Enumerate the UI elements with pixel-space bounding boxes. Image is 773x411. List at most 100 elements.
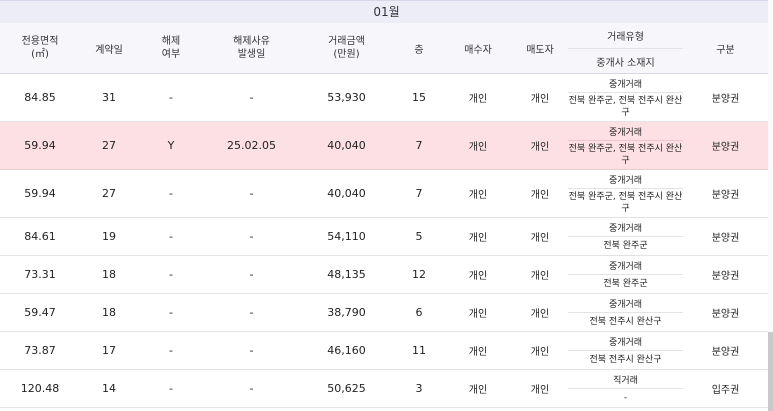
cell-floor: 11 xyxy=(394,331,444,370)
cell-floor: 7 xyxy=(394,121,444,170)
scrollbar-thumb[interactable] xyxy=(768,332,773,411)
header-seller: 매도자 xyxy=(512,23,568,74)
cell-price: 48,135 xyxy=(299,255,394,294)
cell-agent-location: 전북 완주군, 전북 전주시 완산구 xyxy=(568,140,683,170)
cell-category: 분양권 xyxy=(683,255,768,294)
cell-deal-type: 중개거래 xyxy=(568,217,683,237)
cell-buyer: 개인 xyxy=(444,121,512,170)
header-contract-day: 계약일 xyxy=(80,23,138,74)
cell-cancel: - xyxy=(138,293,204,332)
cell-day: 14 xyxy=(80,369,138,408)
cell-floor: 7 xyxy=(394,169,444,218)
cell-buyer: 개인 xyxy=(444,169,512,218)
cell-seller: 개인 xyxy=(512,169,568,218)
cell-cancel: - xyxy=(138,331,204,370)
cell-floor: 12 xyxy=(394,255,444,294)
header-deal-type: 거래유형 xyxy=(568,23,683,49)
cell-day: 17 xyxy=(80,331,138,370)
cell-price: 40,040 xyxy=(299,121,394,170)
cell-seller: 개인 xyxy=(512,369,568,408)
cell-agent-location: - xyxy=(568,388,683,408)
transaction-table: 전용면적 (㎡) 계약일 해제 여부 해제사유 발생일 거래금액 (만원) 층 … xyxy=(0,23,768,408)
cell-day: 19 xyxy=(80,217,138,256)
cell-agent-location: 전북 완주군 xyxy=(568,236,683,256)
header-area: 전용면적 (㎡) xyxy=(0,23,80,74)
cell-floor: 3 xyxy=(394,369,444,408)
header-price: 거래금액 (만원) xyxy=(299,23,394,74)
cell-day: 18 xyxy=(80,293,138,332)
cell-buyer: 개인 xyxy=(444,369,512,408)
cell-cancel-date: 25.02.05 xyxy=(204,121,299,170)
cell-area: 84.85 xyxy=(0,73,80,122)
header-category: 구분 xyxy=(683,23,768,74)
cell-seller: 개인 xyxy=(512,73,568,122)
cell-buyer: 개인 xyxy=(444,217,512,256)
cell-cancel: - xyxy=(138,169,204,218)
cell-buyer: 개인 xyxy=(444,73,512,122)
cell-area: 73.87 xyxy=(0,331,80,370)
cell-deal-type: 중개거래 xyxy=(568,331,683,351)
cell-seller: 개인 xyxy=(512,293,568,332)
cell-category: 분양권 xyxy=(683,73,768,122)
transaction-panel: 01월 전용면적 (㎡) 계약일 해제 여부 해제사유 발생일 거래금액 (만원… xyxy=(0,0,773,411)
cell-price: 46,160 xyxy=(299,331,394,370)
cell-agent-location: 전북 완주군 xyxy=(568,274,683,294)
cell-buyer: 개인 xyxy=(444,293,512,332)
scrollbar[interactable] xyxy=(768,0,773,411)
cell-deal-type: 중개거래 xyxy=(568,121,683,141)
cell-deal-type: 중개거래 xyxy=(568,293,683,313)
cell-deal-type: 중개거래 xyxy=(568,255,683,275)
cell-floor: 6 xyxy=(394,293,444,332)
cell-deal-type: 직거래 xyxy=(568,369,683,389)
cell-seller: 개인 xyxy=(512,255,568,294)
cell-area: 59.94 xyxy=(0,169,80,218)
cell-area: 84.61 xyxy=(0,217,80,256)
cell-seller: 개인 xyxy=(512,121,568,170)
cell-price: 54,110 xyxy=(299,217,394,256)
cell-price: 40,040 xyxy=(299,169,394,218)
cell-buyer: 개인 xyxy=(444,331,512,370)
cell-cancel-date: - xyxy=(204,331,299,370)
cell-area: 59.47 xyxy=(0,293,80,332)
cell-agent-location: 전북 전주시 완산구 xyxy=(568,312,683,332)
cell-cancel-date: - xyxy=(204,169,299,218)
cell-category: 분양권 xyxy=(683,293,768,332)
cell-area: 59.94 xyxy=(0,121,80,170)
cell-floor: 5 xyxy=(394,217,444,256)
cell-agent-location: 전북 완주군, 전북 전주시 완산구 xyxy=(568,188,683,218)
cell-deal-type: 중개거래 xyxy=(568,73,683,93)
header-cancel-date: 해제사유 발생일 xyxy=(204,23,299,74)
cell-deal-type: 중개거래 xyxy=(568,169,683,189)
cell-cancel-date: - xyxy=(204,73,299,122)
cell-cancel: - xyxy=(138,255,204,294)
cell-day: 27 xyxy=(80,169,138,218)
cell-area: 120.48 xyxy=(0,369,80,408)
cell-cancel: Y xyxy=(138,121,204,170)
header-agent-location: 중개사 소재지 xyxy=(568,48,683,74)
cell-cancel-date: - xyxy=(204,255,299,294)
cell-category: 분양권 xyxy=(683,331,768,370)
cell-price: 50,625 xyxy=(299,369,394,408)
cell-agent-location: 전북 완주군, 전북 전주시 완산구 xyxy=(568,92,683,122)
cell-day: 31 xyxy=(80,73,138,122)
cell-day: 18 xyxy=(80,255,138,294)
cell-category: 입주권 xyxy=(683,369,768,408)
cell-category: 분양권 xyxy=(683,121,768,170)
cell-category: 분양권 xyxy=(683,217,768,256)
month-title: 01월 xyxy=(0,0,773,23)
cell-cancel-date: - xyxy=(204,369,299,408)
table-body: 84.85 31 - - 53,930 15 개인 개인 중개거래 분양권 전북… xyxy=(0,73,768,408)
header-cancel: 해제 여부 xyxy=(138,23,204,74)
cell-buyer: 개인 xyxy=(444,255,512,294)
table-header: 전용면적 (㎡) 계약일 해제 여부 해제사유 발생일 거래금액 (만원) 층 … xyxy=(0,23,768,74)
cell-cancel: - xyxy=(138,217,204,256)
cell-price: 38,790 xyxy=(299,293,394,332)
cell-floor: 15 xyxy=(394,73,444,122)
cell-seller: 개인 xyxy=(512,331,568,370)
cell-agent-location: 전북 전주시 완산구 xyxy=(568,350,683,370)
table-row-highlighted: 59.94 27 Y 25.02.05 40,040 7 개인 개인 중개거래 … xyxy=(0,121,768,170)
cell-cancel-date: - xyxy=(204,217,299,256)
header-buyer: 매수자 xyxy=(444,23,512,74)
cell-cancel: - xyxy=(138,73,204,122)
cell-cancel-date: - xyxy=(204,293,299,332)
